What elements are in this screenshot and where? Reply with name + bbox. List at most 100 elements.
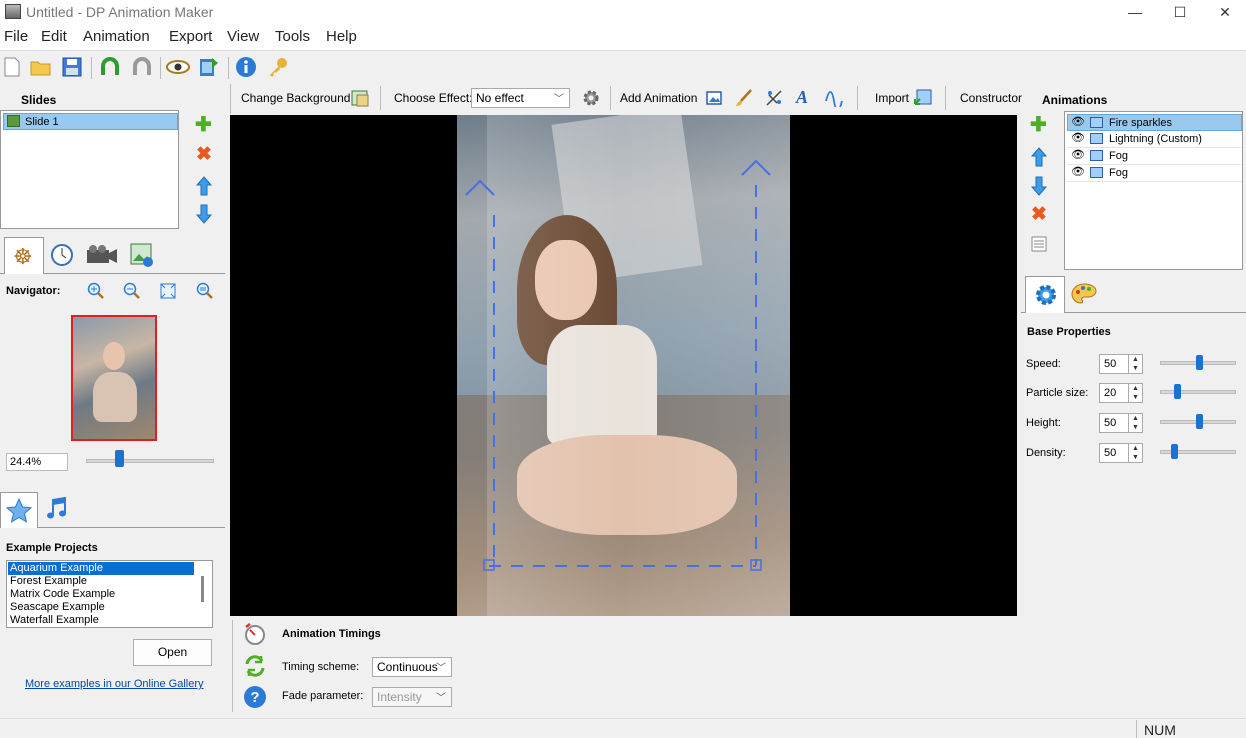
delete-slide-icon[interactable]: ✖ bbox=[196, 145, 212, 164]
open-folder-icon[interactable] bbox=[29, 55, 53, 79]
clock-tab-icon[interactable] bbox=[50, 243, 74, 270]
image-properties-tab-icon[interactable] bbox=[130, 243, 154, 270]
new-file-icon[interactable] bbox=[0, 55, 24, 79]
example-item[interactable]: Seascape Example bbox=[8, 601, 107, 614]
import-label[interactable]: Import bbox=[875, 91, 909, 105]
animation-item[interactable]: 👁 Lightning (Custom) bbox=[1067, 131, 1242, 148]
info-icon[interactable] bbox=[234, 55, 258, 79]
example-item[interactable]: Waterfall Example bbox=[8, 614, 101, 627]
menu-animation[interactable]: Animation bbox=[83, 28, 150, 45]
menu-view[interactable]: View bbox=[227, 28, 259, 45]
fit-to-window-icon[interactable] bbox=[159, 282, 177, 303]
zoom-slider-thumb[interactable] bbox=[114, 450, 124, 467]
svg-text:?: ? bbox=[250, 689, 259, 706]
tab-navigator[interactable]: ☸ bbox=[4, 237, 44, 274]
speed-slider-thumb[interactable] bbox=[1196, 355, 1203, 370]
text-animation-icon[interactable]: A bbox=[796, 87, 808, 108]
height-spinner[interactable]: 50 ▲ ▼ bbox=[1099, 413, 1143, 433]
menu-file[interactable]: File bbox=[4, 28, 28, 45]
move-slide-up-icon[interactable] bbox=[195, 176, 213, 199]
navigator-preview[interactable] bbox=[71, 315, 157, 441]
window-title: Untitled - DP Animation Maker bbox=[26, 4, 214, 20]
example-item[interactable]: Forest Example bbox=[8, 575, 89, 588]
density-spinner[interactable]: 50 ▲ ▼ bbox=[1099, 443, 1143, 463]
move-slide-down-icon[interactable] bbox=[195, 204, 213, 227]
slides-list[interactable]: Slide 1 bbox=[0, 110, 179, 229]
help-icon[interactable]: ? bbox=[243, 685, 267, 712]
zoom-in-icon[interactable] bbox=[87, 282, 105, 303]
export-video-icon[interactable] bbox=[197, 55, 221, 79]
speed-spinner[interactable]: 50 ▲ ▼ bbox=[1099, 354, 1143, 374]
particle-size-spinner[interactable]: 20 ▲ ▼ bbox=[1099, 383, 1143, 403]
add-slide-icon[interactable]: ✚ bbox=[195, 115, 212, 135]
height-slider-thumb[interactable] bbox=[1196, 414, 1203, 429]
save-icon[interactable] bbox=[60, 55, 84, 79]
effect-settings-gear-icon[interactable] bbox=[582, 89, 600, 110]
density-slider-thumb[interactable] bbox=[1170, 444, 1178, 459]
choose-effect-dropdown[interactable]: No effect ﹀ bbox=[471, 88, 570, 108]
redo-icon[interactable] bbox=[130, 55, 154, 79]
add-image-animation-icon[interactable] bbox=[706, 90, 722, 109]
visibility-eye-icon[interactable]: 👁 bbox=[1071, 131, 1085, 144]
add-animation-icon[interactable]: ✚ bbox=[1030, 115, 1047, 135]
list-properties-icon[interactable] bbox=[1031, 236, 1047, 255]
move-animation-up-icon[interactable] bbox=[1030, 147, 1048, 170]
animation-item[interactable]: 👁 Fog bbox=[1067, 165, 1242, 182]
key-icon[interactable] bbox=[266, 55, 290, 79]
delete-animation-icon[interactable]: ✖ bbox=[1031, 205, 1047, 224]
import-icon[interactable] bbox=[914, 89, 932, 110]
wave-animation-icon[interactable] bbox=[825, 89, 843, 111]
fade-parameter-value: Intensity bbox=[377, 690, 422, 704]
particle-size-slider-track[interactable] bbox=[1160, 390, 1236, 394]
fade-parameter-dropdown[interactable]: Intensity ﹀ bbox=[372, 687, 452, 707]
music-note-icon[interactable] bbox=[46, 496, 68, 524]
slide-item[interactable]: Slide 1 bbox=[3, 113, 178, 130]
minimize-button[interactable]: — bbox=[1112, 0, 1158, 24]
spinner-arrows[interactable]: ▲ ▼ bbox=[1128, 355, 1142, 373]
zoom-out-icon[interactable] bbox=[123, 282, 141, 303]
spinner-arrows[interactable]: ▲ ▼ bbox=[1128, 414, 1142, 432]
spinner-arrows[interactable]: ▲ ▼ bbox=[1128, 444, 1142, 462]
timing-scheme-dropdown[interactable]: Continuous ﹀ bbox=[372, 657, 452, 677]
online-gallery-link[interactable]: More examples in our Online Gallery bbox=[25, 678, 204, 690]
maximize-button[interactable]: ☐ bbox=[1157, 0, 1203, 24]
palette-icon[interactable] bbox=[1071, 282, 1097, 309]
undo-icon[interactable] bbox=[98, 55, 122, 79]
particle-size-slider-thumb[interactable] bbox=[1174, 384, 1182, 399]
animation-item[interactable]: 👁 Fire sparkles bbox=[1067, 114, 1242, 131]
spinner-arrows[interactable]: ▲ ▼ bbox=[1128, 384, 1142, 402]
density-value: 50 bbox=[1104, 447, 1117, 459]
actual-size-icon[interactable] bbox=[196, 282, 214, 303]
animation-item[interactable]: 👁 Fog bbox=[1067, 148, 1242, 165]
example-item[interactable]: Aquarium Example bbox=[8, 562, 194, 575]
camera-tab-icon[interactable] bbox=[86, 245, 118, 268]
preview-eye-icon[interactable] bbox=[166, 55, 190, 79]
num-lock-indicator: NUM bbox=[1144, 722, 1176, 738]
visibility-eye-icon[interactable]: 👁 bbox=[1071, 115, 1085, 128]
menu-edit[interactable]: Edit bbox=[41, 28, 67, 45]
animation-canvas[interactable] bbox=[230, 115, 1017, 616]
example-projects-list[interactable]: Aquarium Example Forest Example Matrix C… bbox=[6, 560, 213, 628]
tab-base-properties[interactable] bbox=[1025, 276, 1065, 313]
example-item[interactable]: Matrix Code Example bbox=[8, 588, 117, 601]
visibility-eye-icon[interactable]: 👁 bbox=[1071, 165, 1085, 178]
brush-icon[interactable] bbox=[735, 89, 753, 110]
menu-help[interactable]: Help bbox=[326, 28, 357, 45]
open-example-button[interactable]: Open bbox=[133, 639, 212, 666]
particle-tool-icon[interactable] bbox=[765, 89, 783, 110]
list-scrollbar[interactable] bbox=[201, 576, 204, 602]
change-background-label[interactable]: Change Background bbox=[241, 91, 350, 105]
change-background-icon[interactable] bbox=[351, 89, 369, 110]
constructor-label[interactable]: Constructor bbox=[960, 91, 1022, 105]
move-animation-down-icon[interactable] bbox=[1030, 176, 1048, 199]
close-button[interactable]: ✕ bbox=[1202, 0, 1246, 24]
menu-tools[interactable]: Tools bbox=[275, 28, 310, 45]
tab-examples[interactable] bbox=[0, 492, 38, 528]
animation-type-icon bbox=[1090, 117, 1103, 128]
zoom-slider-track[interactable] bbox=[86, 459, 214, 463]
menu-export[interactable]: Export bbox=[169, 28, 212, 45]
particle-size-label: Particle size: bbox=[1026, 387, 1089, 399]
zoom-value-field[interactable] bbox=[6, 453, 68, 471]
visibility-eye-icon[interactable]: 👁 bbox=[1071, 148, 1085, 161]
animations-list[interactable]: 👁 Fire sparkles 👁 Lightning (Custom) 👁 F… bbox=[1064, 111, 1243, 270]
